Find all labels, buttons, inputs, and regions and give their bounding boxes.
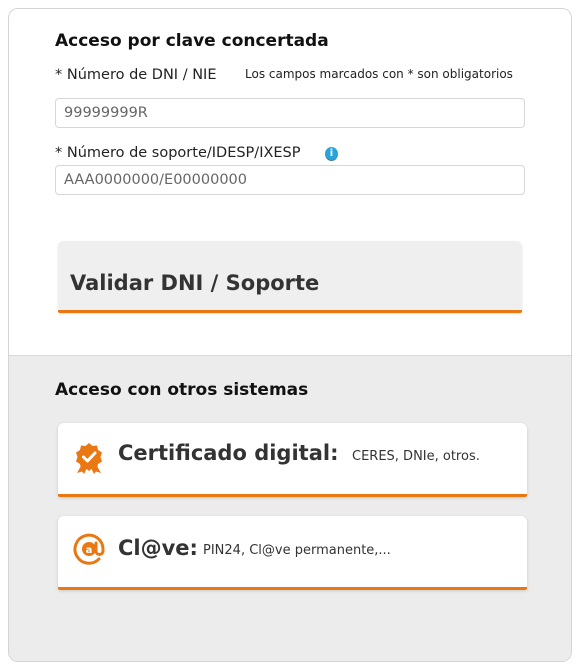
clave-detail: PIN24, Cl@ve permanente,... — [203, 543, 391, 558]
clave-button[interactable]: a Cl@ve: PIN24, Cl@ve permanente,... — [58, 516, 527, 590]
certificado-detail: CERES, DNIe, otros. — [352, 449, 480, 464]
section-title: Acceso por clave concertada — [55, 31, 329, 51]
validate-button[interactable]: Validar DNI / Soporte — [58, 241, 522, 313]
certificate-badge-icon — [74, 442, 104, 478]
section-title: Acceso con otros sistemas — [55, 380, 309, 400]
certificado-label: Certificado digital: — [118, 441, 339, 465]
clave-at-icon: a — [72, 532, 106, 570]
soporte-input[interactable] — [55, 165, 525, 195]
required-fields-note: Los campos marcados con * son obligatori… — [245, 67, 513, 81]
otros-sistemas-section: Acceso con otros sistemas Certificado di… — [9, 355, 571, 661]
certificado-digital-button[interactable]: Certificado digital: CERES, DNIe, otros. — [58, 423, 527, 497]
clave-label: Cl@ve: — [118, 536, 198, 560]
login-card: Acceso por clave concertada * Número de … — [8, 8, 572, 662]
soporte-label: * Número de soporte/IDESP/IXESP — [55, 145, 301, 161]
info-icon[interactable]: i — [325, 147, 338, 161]
dni-input[interactable] — [55, 98, 525, 128]
clave-concertada-section: Acceso por clave concertada * Número de … — [9, 9, 571, 355]
svg-text:a: a — [86, 545, 93, 556]
dni-label: * Número de DNI / NIE — [55, 67, 217, 83]
